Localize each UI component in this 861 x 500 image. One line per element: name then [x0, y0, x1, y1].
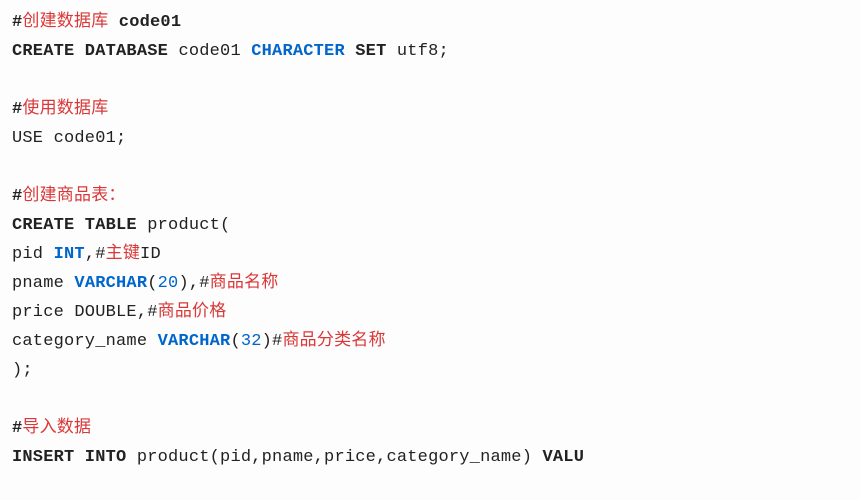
code-token: 32: [241, 332, 262, 351]
code-token: 导入数据: [22, 419, 91, 438]
code-token: category_name: [12, 332, 158, 351]
code-token: #: [12, 100, 22, 119]
code-token: 商品价格: [158, 303, 227, 322]
code-token: ID: [140, 245, 161, 264]
code-token: 20: [158, 274, 179, 293]
code-line: USE code01;: [12, 129, 126, 148]
code-line: INSERT INTO product(pid,pname,price,cate…: [12, 448, 584, 467]
code-token: #: [12, 187, 22, 206]
code-token: #: [12, 419, 22, 438]
code-line: CREATE TABLE product(: [12, 216, 230, 235]
code-token: utf8;: [397, 42, 449, 61]
code-token: code01: [108, 13, 181, 32]
code-token: ),#: [178, 274, 209, 293]
code-token: CREATE TABLE: [12, 216, 147, 235]
code-line: price DOUBLE,#商品价格: [12, 303, 226, 322]
code-token: product(: [147, 216, 230, 235]
code-token: CREATE DATABASE: [12, 42, 178, 61]
code-token: INT: [54, 245, 85, 264]
code-token: ,#: [85, 245, 106, 264]
code-token: 创建数据库: [22, 13, 108, 32]
code-line: #创建商品表：: [12, 187, 126, 206]
code-token: pid: [12, 245, 54, 264]
code-token: VALU: [543, 448, 585, 467]
code-token: SET: [345, 42, 397, 61]
code-token: 创建商品表：: [22, 187, 125, 206]
code-token: 商品名称: [210, 274, 279, 293]
code-token: USE code01;: [12, 129, 126, 148]
code-block: #创建数据库 code01 CREATE DATABASE code01 CHA…: [0, 0, 861, 472]
code-token: 主键: [106, 245, 140, 264]
code-token: )#: [262, 332, 283, 351]
code-token: INSERT INTO: [12, 448, 137, 467]
code-token: );: [12, 361, 33, 380]
code-token: 使用数据库: [22, 100, 108, 119]
code-line: category_name VARCHAR(32)#商品分类名称: [12, 332, 386, 351]
code-line: );: [12, 361, 33, 380]
code-token: 商品分类名称: [282, 332, 385, 351]
code-line: #创建数据库 code01: [12, 13, 181, 32]
code-line: #导入数据: [12, 419, 91, 438]
code-token: VARCHAR: [158, 332, 231, 351]
code-line: pname VARCHAR(20),#商品名称: [12, 274, 278, 293]
code-line: pid INT,#主键ID: [12, 245, 161, 264]
code-token: pname: [12, 274, 74, 293]
code-token: price DOUBLE,#: [12, 303, 158, 322]
code-line: CREATE DATABASE code01 CHARACTER SET utf…: [12, 42, 449, 61]
code-line: #使用数据库: [12, 100, 108, 119]
code-token: #: [12, 13, 22, 32]
code-token: CHARACTER: [251, 42, 345, 61]
code-token: code01: [178, 42, 251, 61]
code-token: (: [147, 274, 157, 293]
code-token: VARCHAR: [74, 274, 147, 293]
code-token: product(pid,pname,price,category_name): [137, 448, 543, 467]
code-token: (: [230, 332, 240, 351]
